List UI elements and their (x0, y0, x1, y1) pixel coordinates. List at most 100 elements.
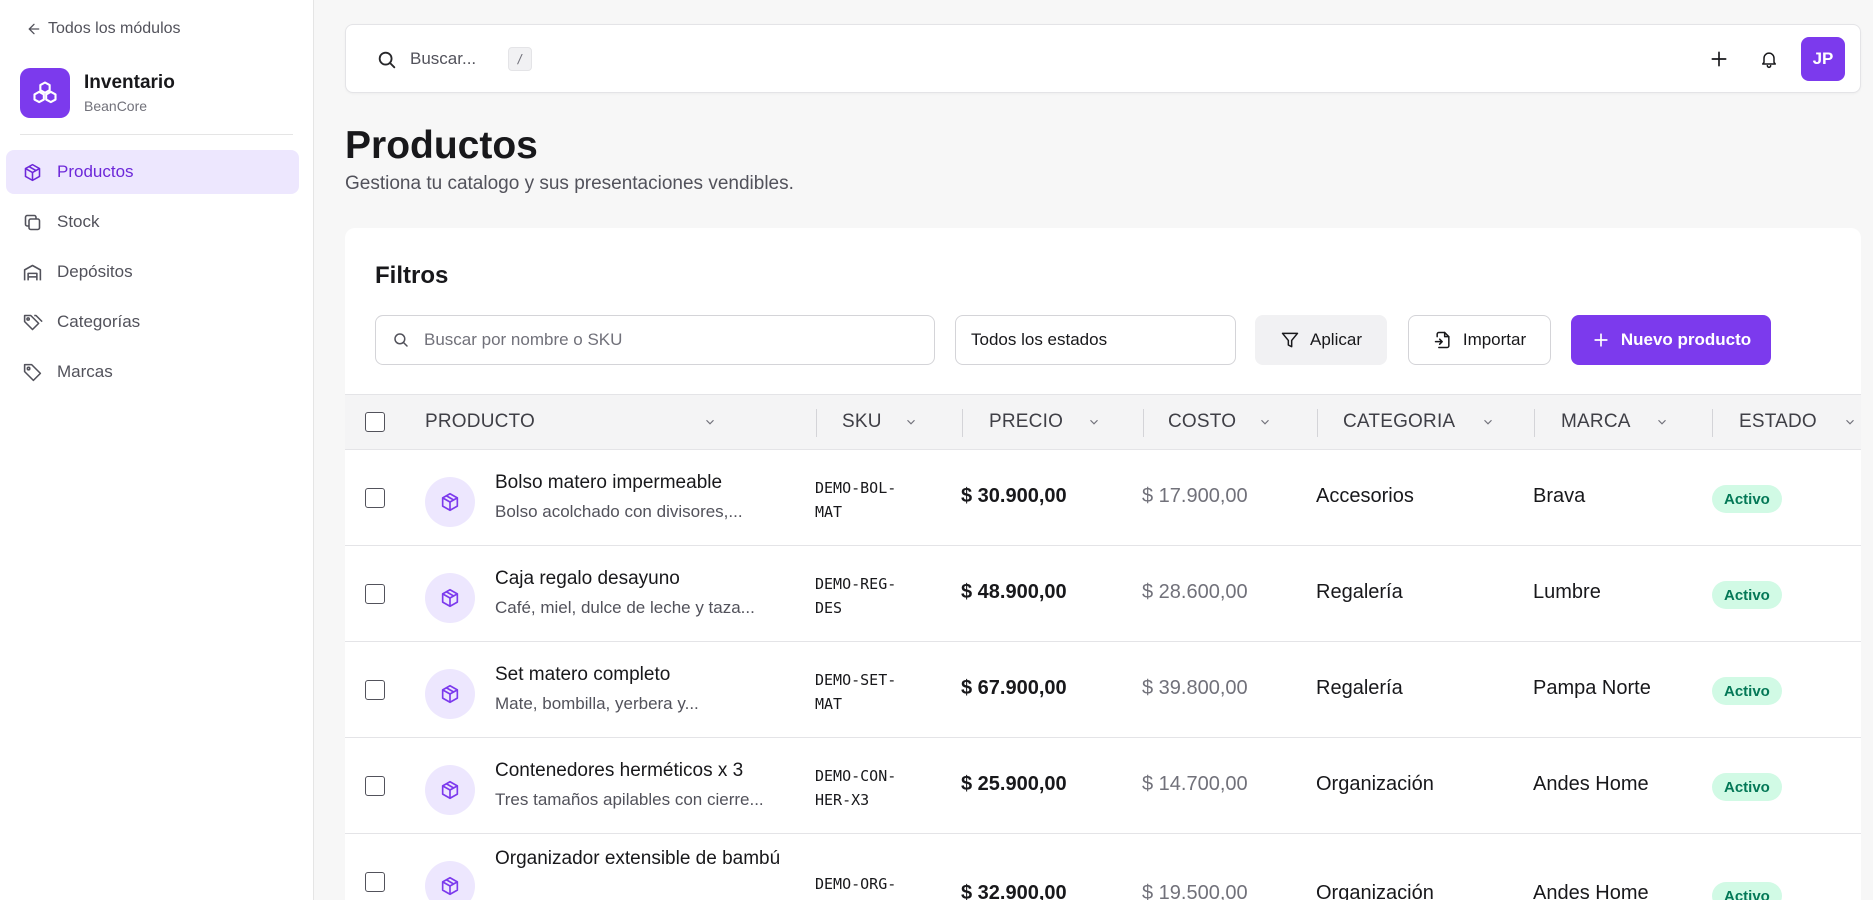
create-button[interactable] (1706, 46, 1732, 72)
column-divider (1317, 409, 1318, 437)
product-cost: $ 17.900,00 (1142, 485, 1248, 507)
status-badge: Activo (1712, 882, 1782, 900)
column-header-label: ESTADO (1739, 411, 1817, 432)
column-header-producto[interactable]: PRODUCTO (425, 395, 745, 449)
product-name[interactable]: Set matero completo (495, 664, 785, 686)
sidebar-item-label: Categorías (57, 312, 141, 331)
search-shortcut-key: / (508, 47, 532, 71)
sidebar-item-marcas[interactable]: Marcas (6, 350, 299, 394)
column-header-label: PRECIO (989, 411, 1064, 432)
column-divider (1712, 409, 1713, 437)
sidebar-item-categorias[interactable]: Categorías (6, 300, 299, 344)
status-badge: Activo (1712, 773, 1782, 801)
column-header-precio[interactable]: PRECIO (989, 395, 1129, 449)
status-badge: Activo (1712, 677, 1782, 705)
sidebar-item-productos[interactable]: Productos (6, 150, 299, 194)
apply-filters-button[interactable]: Aplicar (1255, 315, 1387, 365)
product-category: Organización (1316, 773, 1434, 795)
table-row[interactable]: Set matero completo Mate, bombilla, yerb… (345, 642, 1861, 738)
product-search-input[interactable]: Buscar por nombre o SKU (375, 315, 935, 365)
status-badge: Activo (1712, 485, 1782, 513)
chevron-down-icon (1658, 419, 1666, 425)
product-category: Accesorios (1316, 485, 1414, 507)
table-row[interactable]: Contenedores herméticos x 3 Tres tamaños… (345, 738, 1861, 834)
global-search-input[interactable]: Buscar... (410, 49, 476, 69)
filters-title: Filtros (375, 262, 449, 289)
sidebar-item-stock[interactable]: Stock (6, 200, 299, 244)
table-row[interactable]: Caja regalo desayuno Café, miel, dulce d… (345, 546, 1861, 642)
plus-icon (1594, 333, 1608, 347)
product-cost: $ 14.700,00 (1142, 773, 1248, 795)
page-title: Productos (345, 124, 538, 167)
module-name: Inventario (84, 72, 175, 93)
product-thumbnail (425, 477, 475, 527)
sidebar-item-label: Stock (57, 212, 100, 231)
product-name[interactable]: Caja regalo desayuno (495, 568, 785, 590)
product-sku: DEMO-SET-MAT (815, 671, 897, 713)
column-divider (962, 409, 963, 437)
product-price: $ 48.900,00 (961, 581, 1067, 603)
product-name[interactable]: Bolso matero impermeable (495, 472, 785, 494)
chevron-down-icon (1090, 419, 1098, 425)
tags-icon (23, 314, 43, 330)
top-bar: Buscar... / JP (345, 24, 1861, 93)
status-select-value: Todos los estados (971, 330, 1108, 349)
column-header-marca[interactable]: MARCA (1561, 395, 1701, 449)
sidebar-item-label: Depósitos (57, 262, 133, 281)
column-header-sku[interactable]: SKU (842, 395, 962, 449)
product-brand: Lumbre (1533, 581, 1601, 603)
new-product-button[interactable]: Nuevo producto (1571, 315, 1771, 365)
product-price: $ 25.900,00 (961, 773, 1067, 795)
column-header-costo[interactable]: COSTO (1168, 395, 1308, 449)
column-header-label: COSTO (1168, 411, 1237, 432)
bell-icon (1762, 52, 1776, 69)
sidebar-item-depositos[interactable]: Depósitos (6, 250, 299, 294)
box-icon (24, 163, 41, 181)
notifications-button[interactable] (1756, 46, 1782, 72)
box-icon (441, 492, 459, 512)
row-checkbox[interactable] (365, 680, 385, 700)
boxes-icon (33, 81, 57, 104)
product-search-placeholder: Buscar por nombre o SKU (424, 330, 623, 349)
search-icon (394, 333, 408, 347)
table-row[interactable]: Organizador extensible de bambú DEMO-ORG… (345, 834, 1861, 900)
status-badge: Activo (1712, 581, 1782, 609)
box-icon (441, 684, 459, 704)
product-name[interactable]: Contenedores herméticos x 3 (495, 760, 785, 782)
box-icon (441, 876, 459, 896)
plus-icon (1711, 51, 1727, 67)
product-thumbnail (425, 861, 475, 900)
column-header-label: SKU (842, 411, 882, 432)
row-checkbox[interactable] (365, 872, 385, 892)
sidebar-divider (20, 134, 293, 135)
product-cost: $ 19.500,00 (1142, 882, 1248, 900)
row-checkbox[interactable] (365, 776, 385, 796)
import-button[interactable]: Importar (1408, 315, 1551, 365)
column-header-categoria[interactable]: CATEGORIA (1343, 395, 1523, 449)
product-thumbnail (425, 573, 475, 623)
product-sku: DEMO-REG-DES (815, 575, 897, 617)
product-description: Bolso acolchado con divisores,... (495, 502, 743, 521)
select-all-checkbox[interactable] (365, 412, 385, 432)
column-divider (816, 409, 817, 437)
tag-icon (23, 363, 42, 381)
box-icon (441, 780, 459, 800)
chevron-down-icon (1484, 419, 1492, 425)
product-category: Regalería (1316, 677, 1403, 699)
row-checkbox[interactable] (365, 488, 385, 508)
sidebar-nav: Productos Stock Depósitos Categorías Mar… (6, 150, 299, 400)
column-header-estado[interactable]: ESTADO (1739, 395, 1859, 449)
table-row[interactable]: Bolso matero impermeable Bolso acolchado… (345, 450, 1861, 546)
chevron-down-icon (706, 419, 714, 425)
box-icon (441, 588, 459, 608)
page-subtitle: Gestiona tu catalogo y sus presentacione… (345, 173, 794, 194)
product-brand: Andes Home (1533, 882, 1649, 900)
product-name[interactable]: Organizador extensible de bambú (495, 846, 785, 872)
back-to-modules-link[interactable]: Todos los módulos (26, 20, 181, 38)
row-checkbox[interactable] (365, 584, 385, 604)
user-avatar[interactable]: JP (1801, 37, 1845, 81)
sidebar-item-label: Productos (57, 162, 134, 181)
status-select[interactable]: Todos los estados (955, 315, 1236, 365)
column-header-label: PRODUCTO (425, 411, 535, 432)
product-price: $ 32.900,00 (961, 882, 1067, 900)
